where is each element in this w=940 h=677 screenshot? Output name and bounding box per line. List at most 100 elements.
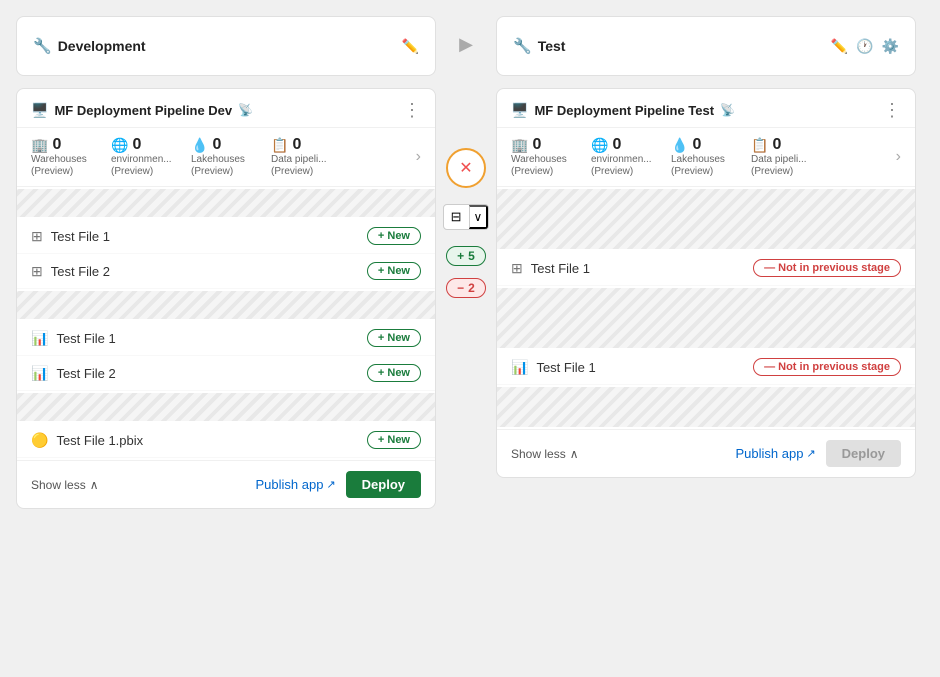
test-show-less[interactable]: Show less ∧	[511, 447, 579, 461]
pipeline-icon: 📋	[271, 137, 288, 154]
test-section-divider-3	[497, 387, 915, 427]
dev-stat-pipeline-count: 0	[292, 136, 301, 154]
test-panel-title: MF Deployment Pipeline Test	[534, 103, 714, 118]
dev-section-divider-2	[17, 291, 435, 319]
dev-stat-env: 🌐 0 environmen...(Preview)	[111, 136, 191, 178]
dev-pbix-info: 🟡 Test File 1.pbix	[31, 432, 143, 449]
test-report-icon-1: 📊	[511, 359, 528, 376]
dev-pbix-row: 🟡 Test File 1.pbix + New	[17, 423, 435, 458]
report-icon-2: 📊	[31, 365, 48, 382]
dev-footer-actions: Publish app ↗ Deploy	[255, 471, 421, 498]
pbix-icon: 🟡	[31, 432, 48, 449]
dev-report-2-info: 📊 Test File 2	[31, 365, 116, 382]
dev-panel-menu-icon[interactable]: ⋮	[403, 101, 421, 119]
test-env-card: 🔧 Test ✏️ 🕐 ⚙️	[496, 16, 916, 76]
test-settings-icon[interactable]: ⚙️	[882, 38, 899, 55]
dev-file-1-info: ⊞ Test File 1	[31, 228, 110, 245]
dev-report-1-name: Test File 1	[56, 331, 115, 346]
test-panel-header: 🖥️ MF Deployment Pipeline Test 📡 ⋮	[497, 89, 915, 128]
test-file-1-info: ⊞ Test File 1	[511, 260, 590, 277]
view-grid-btn[interactable]: ⊟	[444, 206, 469, 228]
test-lakehouse-icon: 💧	[671, 137, 688, 154]
test-stat-env-label: environmen...(Preview)	[591, 154, 652, 178]
dev-env-icon: 🔧	[33, 37, 52, 55]
test-history-icon[interactable]: 🕐	[856, 38, 873, 55]
dev-report-row-1: 📊 Test File 1 + New	[17, 321, 435, 356]
dev-file-1-badge: + New	[367, 227, 421, 245]
test-panel-icon: 🖥️	[511, 102, 528, 119]
dev-pbix-badge: + New	[367, 431, 421, 449]
dev-panel-footer: Show less ∧ Publish app ↗ Deploy	[17, 460, 435, 508]
test-section-divider-1	[497, 189, 915, 249]
test-file-1-name: Test File 1	[531, 261, 590, 276]
dev-panel-title-group: 🖥️ MF Deployment Pipeline Dev 📡	[31, 102, 253, 119]
test-report-1-badge: — Not in previous stage	[753, 358, 901, 376]
dev-stat-pipeline-label: Data pipeli...(Preview)	[271, 154, 327, 178]
test-panel-menu-icon[interactable]: ⋮	[883, 101, 901, 119]
view-toggle: ⊟ ∨	[443, 204, 490, 230]
test-panel-footer: Show less ∧ Publish app ↗ Deploy	[497, 429, 915, 477]
grid-icon-1: ⊞	[31, 228, 43, 245]
middle-controls: ✕ ⊟ ∨ + 5 − 2	[436, 88, 496, 298]
dev-show-less[interactable]: Show less ∧	[31, 478, 99, 492]
test-report-row-1: 📊 Test File 1 — Not in previous stage	[497, 350, 915, 385]
dev-section-divider-1	[17, 189, 435, 217]
top-env-row: 🔧 Development ✏️ ▶ 🔧 Test ✏️ 🕐 ⚙️	[16, 16, 924, 76]
dev-report-1-badge: + New	[367, 329, 421, 347]
env-icon: 🌐	[111, 137, 128, 154]
sync-circle-icon[interactable]: ✕	[446, 148, 486, 188]
grid-icon-2: ⊞	[31, 263, 43, 280]
minus-icon: −	[457, 281, 464, 295]
dev-edit-icon[interactable]: ✏️	[402, 38, 419, 55]
dev-stat-env-label: environmen...(Preview)	[111, 154, 172, 178]
dev-stat-warehouses-count: 0	[52, 136, 61, 154]
dev-panel-title: MF Deployment Pipeline Dev	[54, 103, 232, 118]
test-env-label: Test	[538, 38, 566, 54]
dev-file-2-badge: + New	[367, 262, 421, 280]
test-section-divider-2	[497, 288, 915, 348]
dev-panel-icon: 🖥️	[31, 102, 48, 119]
dev-deploy-button[interactable]: Deploy	[346, 471, 421, 498]
dev-panel-network-icon: 📡	[238, 103, 253, 117]
test-show-less-label: Show less	[511, 447, 566, 461]
dev-pbix-name: Test File 1.pbix	[56, 433, 143, 448]
view-chevron-btn[interactable]: ∨	[469, 205, 489, 229]
test-publish-link[interactable]: Publish app ↗	[735, 446, 815, 461]
removed-count-badge[interactable]: − 2	[446, 278, 486, 298]
plus-icon: +	[457, 249, 464, 263]
test-stat-env: 🌐 0 environmen...(Preview)	[591, 136, 671, 178]
right-arrow-icon: ▶	[459, 34, 473, 55]
dev-stats-arrow[interactable]: ›	[416, 148, 421, 166]
test-show-less-chevron: ∧	[570, 447, 579, 461]
dev-pipeline-panel: 🖥️ MF Deployment Pipeline Dev 📡 ⋮ 🏢 0 Wa…	[16, 88, 436, 509]
sync-x-icon: ✕	[459, 158, 472, 178]
added-count-badge[interactable]: + 5	[446, 246, 486, 266]
arrow-dev-to-test: ▶	[436, 16, 496, 55]
dev-report-1-info: 📊 Test File 1	[31, 330, 116, 347]
test-env-actions: ✏️ 🕐 ⚙️	[831, 38, 899, 55]
test-env-icon: 🌐	[591, 137, 608, 154]
test-pipeline-icon: 📋	[751, 137, 768, 154]
dev-env-card: 🔧 Development ✏️	[16, 16, 436, 76]
test-publish-ext-icon: ↗	[806, 447, 815, 460]
dev-file-2-name: Test File 2	[51, 264, 110, 279]
test-stat-pipeline: 📋 0 Data pipeli...(Preview)	[751, 136, 831, 178]
test-file-row-1: ⊞ Test File 1 — Not in previous stage	[497, 251, 915, 286]
test-stats-row: 🏢 0 Warehouses(Preview) 🌐 0 environmen..…	[497, 128, 915, 187]
test-edit-icon[interactable]: ✏️	[831, 38, 848, 55]
dev-section-divider-3	[17, 393, 435, 421]
dev-stat-lakehouse-count: 0	[212, 136, 221, 154]
dev-stat-env-count: 0	[132, 136, 141, 154]
test-panel-network-icon: 📡	[720, 103, 735, 117]
dev-file-2-info: ⊞ Test File 2	[31, 263, 110, 280]
test-stat-pipeline-label: Data pipeli...(Preview)	[751, 154, 807, 178]
dev-panel-header: 🖥️ MF Deployment Pipeline Dev 📡 ⋮	[17, 89, 435, 128]
view-toggle-container: ⊟ ∨	[443, 204, 490, 230]
dev-env-label: Development	[58, 38, 146, 54]
dev-report-2-name: Test File 2	[56, 366, 115, 381]
dev-show-less-chevron: ∧	[90, 478, 99, 492]
test-stats-arrow[interactable]: ›	[896, 148, 901, 166]
test-footer-actions: Publish app ↗ Deploy	[735, 440, 901, 467]
dev-publish-link[interactable]: Publish app ↗	[255, 477, 335, 492]
test-deploy-button: Deploy	[826, 440, 901, 467]
